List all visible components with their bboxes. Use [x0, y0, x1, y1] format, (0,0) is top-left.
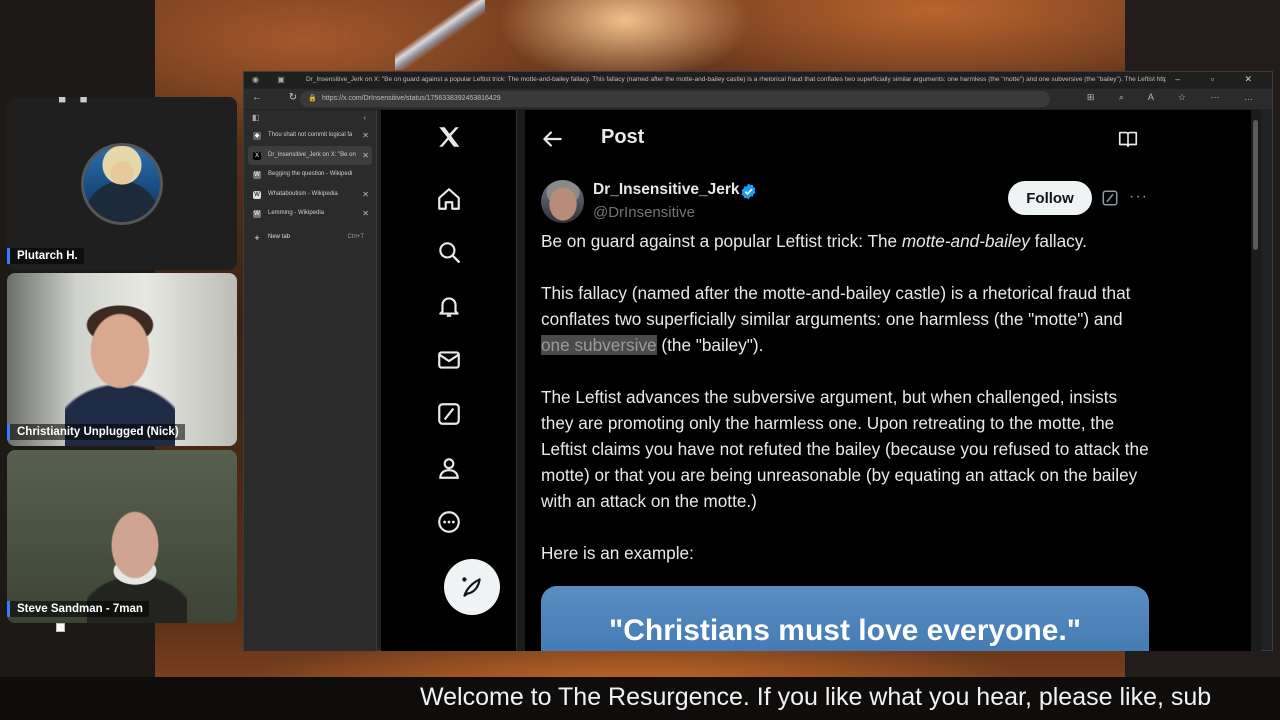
address-bar: ← ↻ 🔒 https://x.com/DrInsensitive/status…	[244, 89, 1272, 109]
reader-mode-icon[interactable]	[1117, 128, 1139, 150]
stream-canvas: ▀ ▀ Plutarch H. Christianity Unplugged (…	[0, 0, 1280, 720]
notifications-bell-icon[interactable]	[432, 289, 466, 323]
window-title: Dr_Insensitive_Jerk on X: "Be on guard a…	[306, 76, 1166, 83]
toolbar-icons[interactable]: ⊞ ⌕ A ☆ ⋯ …	[1087, 92, 1264, 103]
feather-icon	[462, 577, 481, 597]
post-paragraph: This fallacy (named after the motte-and-…	[541, 283, 1131, 355]
caption-bar: Welcome to The Resurgence. If you like w…	[0, 677, 1280, 720]
profile-icon[interactable]: ◉ ▣	[252, 75, 293, 84]
close-tab-icon[interactable]: ✕	[362, 204, 369, 224]
post-image[interactable]: "Christians must love everyone."	[541, 586, 1149, 651]
profile-icon[interactable]	[432, 451, 466, 485]
close-tab-icon[interactable]: ✕	[362, 126, 369, 146]
home-icon[interactable]	[432, 182, 466, 216]
more-options-icon[interactable]	[432, 505, 466, 539]
selected-text: one subversive	[541, 335, 657, 355]
x-nav-sidebar	[381, 110, 517, 651]
indicator-box	[56, 623, 65, 632]
wikipedia-icon: W	[253, 190, 261, 199]
author-handle[interactable]: @DrInsensitive	[593, 204, 695, 221]
search-icon[interactable]	[432, 235, 466, 269]
participant-name: Plutarch H.	[7, 248, 84, 264]
title-bar: ◉ ▣ Dr_Insensitive_Jerk on X: "Be on gua…	[244, 72, 1272, 88]
tab-panel-header: ◧ ‹	[244, 110, 376, 126]
more-options-icon[interactable]: ···	[1129, 188, 1149, 208]
grok-icon[interactable]	[1101, 189, 1119, 207]
sword-artwork	[395, 0, 485, 70]
post-paragraph: Here is an example:	[541, 543, 694, 563]
scrollbar[interactable]	[1251, 110, 1261, 651]
back-arrow-icon[interactable]	[539, 126, 565, 152]
close-tab-icon[interactable]: ✕	[362, 185, 369, 205]
author-name[interactable]: Dr_Insensitive_Jerk	[593, 181, 739, 199]
collapse-chevron-icon[interactable]: ‹	[363, 113, 366, 122]
avatar	[81, 143, 163, 225]
author-avatar[interactable]	[541, 180, 584, 223]
post-header: Post	[525, 110, 1165, 166]
sidebar-toggle-icon[interactable]: ◧	[252, 113, 260, 122]
webcam-steve: Steve Sandman - 7man	[7, 450, 237, 623]
post-paragraph: The Leftist advances the subversive argu…	[541, 387, 1149, 511]
tab-item[interactable]: W Begging the question - Wikipedi	[248, 165, 372, 185]
webcam-nick: Christianity Unplugged (Nick)	[7, 273, 237, 446]
lock-icon: 🔒	[308, 95, 317, 102]
image-text: "Christians must love everyone."	[609, 614, 1081, 647]
post-paragraph: Be on guard against a popular Leftist tr…	[541, 231, 1087, 251]
post-text: Be on guard against a popular Leftist tr…	[541, 228, 1153, 592]
verified-badge-icon	[741, 183, 756, 200]
url-input[interactable]: 🔒 https://x.com/DrInsensitive/status/175…	[300, 91, 1050, 107]
tab-item[interactable]: W Whataboutism - Wikipedia ✕	[248, 185, 372, 205]
url-text: https://x.com/DrInsensitive/status/17563…	[322, 95, 501, 102]
signal-dots: ▀ ▀	[59, 97, 87, 107]
x-logo-icon[interactable]	[432, 120, 466, 154]
x-logo-icon: X	[253, 151, 261, 160]
tab-item[interactable]: W Lemming - Wikipedia ✕	[248, 204, 372, 224]
wikipedia-icon: W	[253, 210, 261, 218]
post-column: Post Dr_Insensitive_Jerk @DrInsensitive …	[525, 110, 1165, 651]
shield-icon: ◆	[253, 132, 261, 140]
caption-text: Welcome to The Resurgence. If you like w…	[420, 683, 1212, 711]
follow-button[interactable]: Follow	[1008, 181, 1092, 215]
tab-item[interactable]: ◆ Thou shalt not commit logical fa ✕	[248, 126, 372, 146]
browser-window: ◉ ▣ Dr_Insensitive_Jerk on X: "Be on gua…	[243, 71, 1273, 651]
vertical-tab-panel: ◧ ‹ ◆ Thou shalt not commit logical fa ✕ X…	[244, 110, 377, 651]
participant-name: Christianity Unplugged (Nick)	[7, 424, 185, 440]
new-tab-button[interactable]: + New tab Ctrl+T	[248, 228, 372, 248]
compose-post-button[interactable]	[444, 559, 500, 615]
grok-icon[interactable]	[432, 397, 466, 431]
left-scrollbar-track	[517, 110, 525, 651]
page-title: Post	[601, 126, 645, 148]
plus-icon: +	[254, 232, 260, 243]
scrollbar-thumb[interactable]	[1253, 120, 1258, 250]
webcam-plutarch: ▀ ▀ Plutarch H.	[7, 97, 237, 270]
participant-name: Steve Sandman - 7man	[7, 601, 149, 617]
window-controls[interactable]: – ▫ ✕	[1175, 74, 1266, 85]
x-post-page: Post Dr_Insensitive_Jerk @DrInsensitive …	[381, 110, 1261, 651]
messages-icon[interactable]	[432, 343, 466, 377]
wikipedia-icon: W	[253, 171, 261, 179]
tab-item-active[interactable]: X Dr_Insensitive_Jerk on X: "Be on ✕	[248, 145, 372, 166]
close-tab-icon[interactable]: ✕	[362, 146, 369, 166]
